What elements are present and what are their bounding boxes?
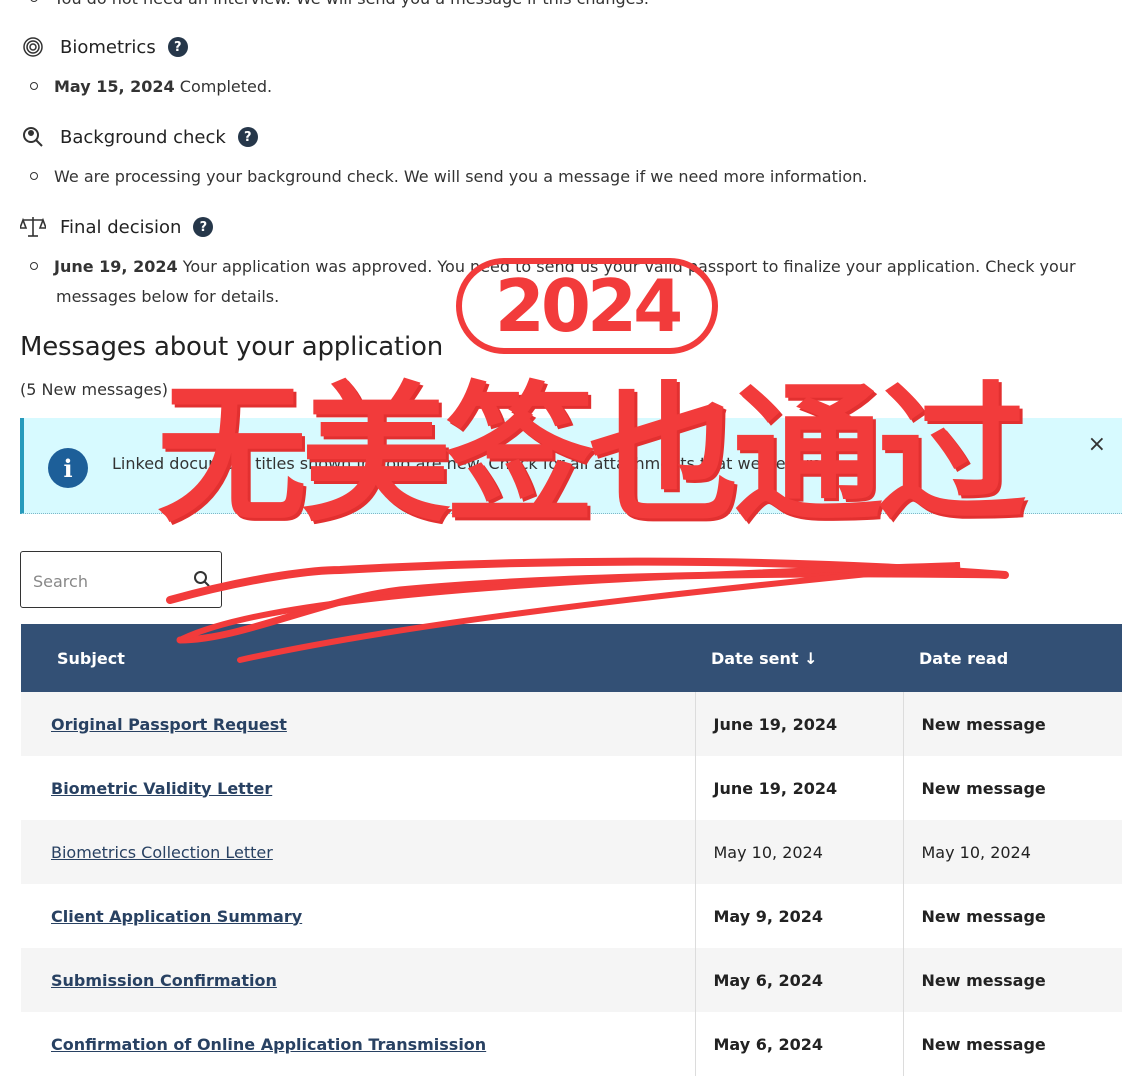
help-icon[interactable]: ?	[167, 37, 188, 57]
final-decision-text-2: messages below for details.	[56, 287, 280, 306]
final-decision-text: Your application was approved. You need …	[182, 257, 1076, 276]
message-link[interactable]: Biometrics Collection Letter	[51, 843, 273, 862]
biometrics-heading: Biometrics	[60, 36, 156, 58]
date-read-cell: New message	[902, 948, 1122, 1012]
final-decision-date: June 19, 2024	[54, 257, 178, 276]
help-icon[interactable]: ?	[193, 217, 214, 237]
message-link[interactable]: Biometric Validity Letter	[51, 779, 272, 798]
subject-cell: Submission Confirmation	[21, 948, 695, 1012]
subject-cell: Biometrics Collection Letter	[21, 820, 695, 884]
message-link[interactable]: Submission Confirmation	[51, 971, 277, 990]
table-row: Original Passport Request June 19, 2024 Ne…	[21, 692, 1122, 756]
background-check-heading: Background check	[60, 126, 226, 148]
table-row: Submission Confirmation May 6, 2024 New me…	[21, 948, 1122, 1012]
info-alert: i Linked document titles shown in bold a…	[20, 418, 1122, 514]
table-row: Client Application Summary May 9, 2024 New…	[21, 884, 1122, 948]
new-messages-count: (5 New messages)	[20, 380, 168, 399]
message-link[interactable]: Original Passport Request	[51, 715, 287, 734]
date-read-cell: New message	[902, 692, 1122, 756]
date-read-cell: New message	[902, 1012, 1122, 1076]
bullet	[30, 261, 38, 270]
table-row: Biometrics Collection Letter May 10, 2024…	[21, 820, 1122, 884]
date-sent-cell: June 19, 2024	[694, 692, 903, 756]
biometrics-status: Completed.	[179, 77, 273, 96]
help-icon[interactable]: ?	[237, 127, 258, 147]
subject-cell: Client Application Summary	[21, 884, 695, 948]
table-header-row: Subject Date sent ↓ Date read	[21, 624, 1122, 692]
table-row: Confirmation of Online Application Trans…	[21, 1012, 1122, 1076]
section-final-decision: Final decision ?	[20, 212, 214, 242]
bullet	[30, 0, 38, 2]
final-decision-line: June 19, 2024 Your application was appro…	[30, 252, 1076, 282]
column-header-date-sent[interactable]: Date sent ↓	[695, 624, 903, 692]
column-header-subject[interactable]: Subject	[21, 624, 695, 692]
date-read-cell: New message	[902, 884, 1122, 948]
subject-cell: Original Passport Request	[21, 692, 695, 756]
background-check-line: We are processing your background check.…	[30, 162, 867, 192]
search-box	[20, 551, 222, 608]
scales-icon	[20, 214, 46, 240]
message-link[interactable]: Client Application Summary	[51, 907, 302, 926]
section-biometrics: Biometrics ?	[20, 32, 188, 62]
section-background-check: Background check ?	[20, 122, 258, 152]
search-icon[interactable]	[193, 570, 211, 592]
subject-cell: Confirmation of Online Application Trans…	[21, 1012, 695, 1076]
date-sent-cell: May 6, 2024	[694, 948, 903, 1012]
background-check-text: We are processing your background check.…	[54, 167, 868, 186]
status-interview-line: You do not need an interview. We will se…	[30, 0, 649, 14]
column-header-date-read[interactable]: Date read	[903, 624, 1122, 692]
messages-title: Messages about your application	[20, 332, 443, 362]
close-icon[interactable]: ×	[1088, 432, 1106, 457]
alert-text: Linked document titles shown in bold are…	[112, 454, 839, 473]
biometrics-line: May 15, 2024 Completed.	[30, 72, 272, 102]
search-input[interactable]	[31, 566, 185, 596]
bullet	[30, 171, 38, 180]
final-decision-line2: messages below for details.	[56, 282, 279, 312]
table-row: Biometric Validity Letter June 19, 2024 Ne…	[21, 756, 1122, 820]
fingerprint-icon	[20, 34, 46, 60]
date-read-cell: May 10, 2024	[902, 820, 1122, 884]
magnifier-person-icon	[20, 124, 46, 150]
info-icon: i	[48, 448, 88, 488]
date-sent-cell: May 9, 2024	[694, 884, 903, 948]
interview-text: You do not need an interview. We will se…	[54, 0, 649, 8]
messages-table: Subject Date sent ↓ Date read Original P…	[21, 624, 1122, 1076]
biometrics-date: May 15, 2024	[54, 77, 175, 96]
date-sent-cell: May 10, 2024	[694, 820, 903, 884]
date-read-cell: New message	[902, 756, 1122, 820]
date-sent-cell: June 19, 2024	[694, 756, 903, 820]
final-decision-heading: Final decision	[60, 216, 182, 238]
message-link[interactable]: Confirmation of Online Application Trans…	[51, 1035, 486, 1054]
bullet	[30, 81, 38, 90]
date-sent-cell: May 6, 2024	[694, 1012, 903, 1076]
subject-cell: Biometric Validity Letter	[21, 756, 695, 820]
